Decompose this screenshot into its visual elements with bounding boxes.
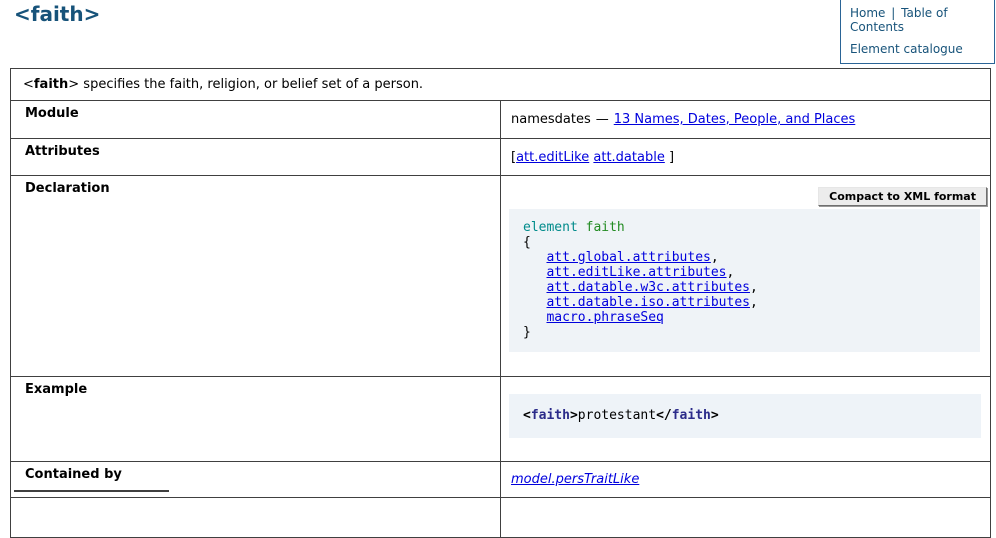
contained-by-value: model.persTraitLike <box>501 462 991 498</box>
page-title: <faith> <box>14 2 100 26</box>
example-content: <faith>protestant</faith> <box>501 377 991 462</box>
example-end-open-bracket: </ <box>656 408 672 423</box>
nav-line-2: Element catalogue <box>850 42 987 56</box>
declaration-button-row: Compact to XML format <box>501 176 990 206</box>
declaration-member-link[interactable]: att.editLike.attributes <box>546 265 726 280</box>
attributes-row: Attributes [att.editLike att.datable ] <box>11 139 991 176</box>
example-end-tag-name: faith <box>672 408 711 423</box>
example-row: Example <faith>protestant</faith> <box>11 377 991 462</box>
description-row: <faith> specifies the faith, religion, o… <box>11 69 991 101</box>
attributes-value: [att.editLike att.datable ] <box>501 139 991 176</box>
declaration-member-link[interactable]: att.global.attributes <box>546 250 710 265</box>
module-chapter-link[interactable]: 13 Names, Dates, People, and Places <box>614 112 856 127</box>
nav-link-element-catalogue[interactable]: Element catalogue <box>850 42 963 56</box>
declaration-members: att.global.attributes, att.editLike.attr… <box>523 250 758 325</box>
next-row-cut-off <box>11 498 991 538</box>
code-keyword-element: element <box>523 220 578 235</box>
code-close-brace: } <box>523 325 531 340</box>
declaration-content: Compact to XML format element faith { at… <box>501 176 991 377</box>
nav-separator: | <box>891 6 895 20</box>
description-tag-name: faith <box>34 77 68 92</box>
attribute-class-link[interactable]: att.editLike <box>516 150 589 165</box>
declaration-member-link[interactable]: macro.phraseSeq <box>546 310 663 325</box>
declaration-label: Declaration <box>11 176 501 377</box>
code-open-brace: { <box>523 235 531 250</box>
attributes-label: Attributes <box>11 139 501 176</box>
example-start-tag-name: faith <box>531 408 570 423</box>
nav-line-1: Home | Table of Contents <box>850 6 987 34</box>
declaration-code-header: element faith { <box>523 220 625 250</box>
contained-by-row: Contained by model.persTraitLike <box>11 462 991 498</box>
code-element-name: faith <box>586 220 625 235</box>
module-value: namesdates — 13 Names, Dates, People, and … <box>501 101 991 139</box>
element-description: <faith> specifies the faith, religion, o… <box>11 69 991 101</box>
module-row: Module namesdates — 13 Names, Dates, Peopl… <box>11 101 991 139</box>
example-text-content: protestant <box>578 408 656 423</box>
declaration-code-block: element faith { att.global.attributes, a… <box>509 209 980 352</box>
attribute-class-link[interactable]: att.datable <box>593 150 664 165</box>
module-name: namesdates <box>511 112 591 127</box>
description-close-bracket: > <box>68 77 79 92</box>
example-open-bracket: < <box>523 408 531 423</box>
example-close-bracket: > <box>570 408 578 423</box>
declaration-member-link[interactable]: att.datable.iso.attributes <box>546 295 750 310</box>
nav-box: Home | Table of Contents Element catalog… <box>840 0 995 64</box>
module-label: Module <box>11 101 501 139</box>
example-end-close-bracket: > <box>711 408 719 423</box>
next-row-label-cell <box>11 498 501 538</box>
description-open-bracket: < <box>23 77 34 92</box>
nav-link-home[interactable]: Home <box>850 6 885 20</box>
declaration-row: Declaration Compact to XML format elemen… <box>11 176 991 377</box>
declaration-member-link[interactable]: att.datable.w3c.attributes <box>546 280 750 295</box>
attributes-close-bracket: ] <box>669 150 674 165</box>
example-code-block: <faith>protestant</faith> <box>509 394 981 438</box>
contained-by-label: Contained by <box>11 462 501 498</box>
description-text: specifies the faith, religion, or belief… <box>79 77 423 92</box>
example-label: Example <box>11 377 501 462</box>
module-dash: — <box>596 112 609 127</box>
compact-to-xml-format-button[interactable]: Compact to XML format <box>818 187 987 206</box>
next-row-content-cell <box>501 498 991 538</box>
element-reference-table: <faith> specifies the faith, religion, o… <box>10 68 991 538</box>
contained-by-model-link[interactable]: model.persTraitLike <box>511 472 639 487</box>
attributes-links: att.editLike att.datable <box>516 150 665 165</box>
